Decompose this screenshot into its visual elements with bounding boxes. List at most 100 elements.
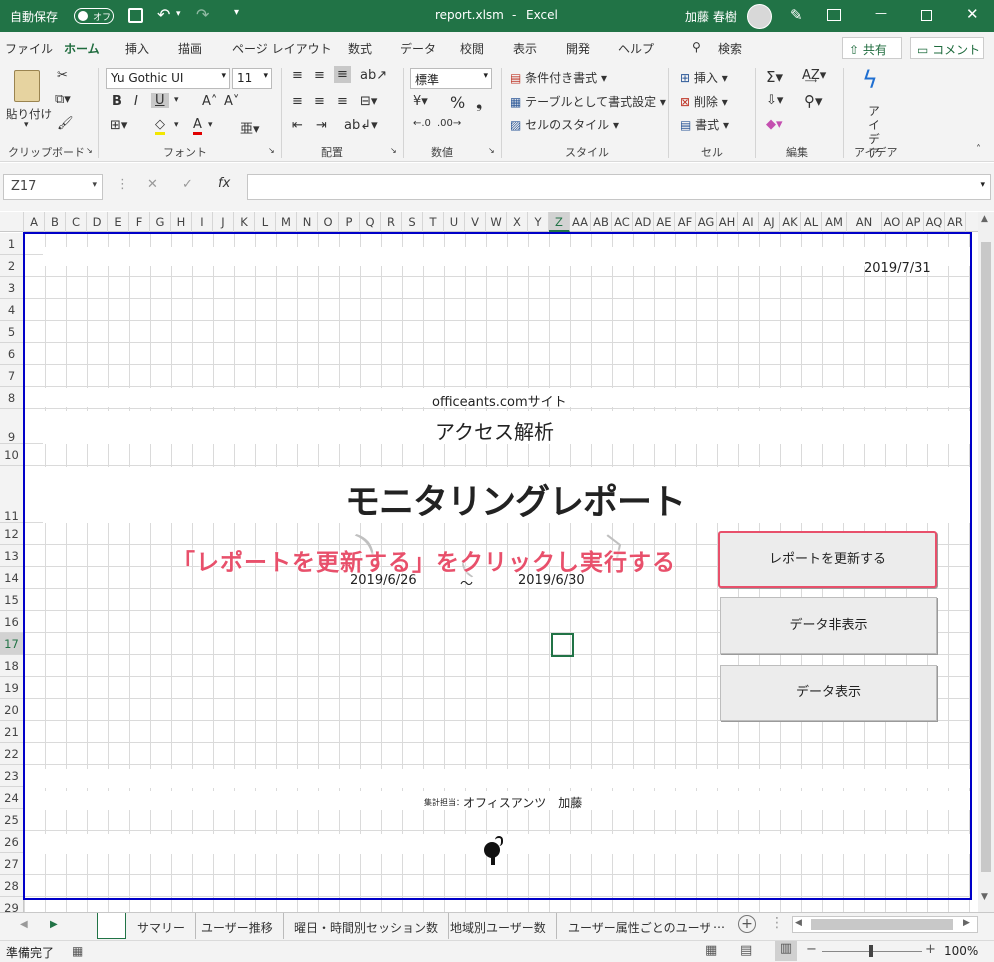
row-header-21[interactable]: 21 bbox=[0, 721, 24, 743]
column-header-l[interactable]: L bbox=[255, 212, 276, 232]
find-select-icon[interactable]: ⚲▾ bbox=[804, 92, 823, 110]
font-size-select[interactable]: 11 ▾ bbox=[232, 68, 272, 89]
scroll-right-icon[interactable]: ▶ bbox=[963, 918, 970, 928]
increase-font-icon[interactable]: A˄ bbox=[202, 94, 217, 109]
column-header-y[interactable]: Y bbox=[528, 212, 549, 232]
column-header-k[interactable]: K bbox=[234, 212, 255, 232]
font-name-select[interactable]: Yu Gothic UI ▾ bbox=[106, 68, 230, 89]
column-header-p[interactable]: P bbox=[339, 212, 360, 232]
row-header-5[interactable]: 5 bbox=[0, 321, 24, 343]
insert-function-icon[interactable]: fx bbox=[218, 176, 230, 191]
column-header-am[interactable]: AM bbox=[822, 212, 847, 232]
decrease-decimal-icon[interactable]: .00→ bbox=[437, 118, 461, 129]
avatar[interactable] bbox=[747, 4, 772, 29]
row-header-2[interactable]: 2 bbox=[0, 255, 24, 277]
row-header-22[interactable]: 22 bbox=[0, 743, 24, 765]
pen-icon[interactable]: ✎ bbox=[790, 6, 803, 24]
sort-filter-icon[interactable]: A͢Z▾ bbox=[802, 68, 826, 83]
decrease-font-icon[interactable]: A˅ bbox=[224, 94, 239, 109]
column-header-j[interactable]: J bbox=[213, 212, 234, 232]
scroll-down-icon[interactable]: ▼ bbox=[981, 892, 988, 902]
row-header-7[interactable]: 7 bbox=[0, 365, 24, 387]
paste-icon[interactable] bbox=[14, 70, 40, 102]
format-as-table-button[interactable]: ▦ テーブルとして書式設定 ▾ bbox=[510, 93, 666, 110]
column-header-q[interactable]: Q bbox=[360, 212, 381, 232]
row-header-12[interactable]: 12 bbox=[0, 523, 24, 545]
tab-formulas[interactable]: 数式 bbox=[348, 40, 372, 57]
select-all-corner[interactable] bbox=[0, 212, 24, 232]
column-header-aq[interactable]: AQ bbox=[924, 212, 945, 232]
normal-view-icon[interactable]: ▦ bbox=[705, 943, 717, 958]
horizontal-scrollbar[interactable]: ◀ ▶ bbox=[792, 916, 978, 933]
paste-dropdown-icon[interactable]: ▾ bbox=[24, 120, 29, 130]
scroll-thumb[interactable] bbox=[981, 242, 991, 872]
refresh-report-button[interactable]: レポートを更新する bbox=[718, 531, 937, 588]
percent-icon[interactable]: % bbox=[450, 93, 465, 112]
clear-icon[interactable]: ◆▾ bbox=[766, 117, 783, 132]
row-header-26[interactable]: 26 bbox=[0, 831, 24, 853]
column-header-r[interactable]: R bbox=[381, 212, 402, 232]
cut-icon[interactable]: ✂ bbox=[57, 68, 68, 83]
column-header-e[interactable]: E bbox=[108, 212, 129, 232]
column-header-a[interactable]: A bbox=[24, 212, 45, 232]
scroll-up-icon[interactable]: ▲ bbox=[981, 214, 988, 224]
row-header-24[interactable]: 24 bbox=[0, 787, 24, 809]
scroll-left-icon[interactable]: ◀ bbox=[795, 918, 802, 928]
insert-cells-button[interactable]: ⊞ 挿入 ▾ bbox=[680, 69, 728, 86]
close-icon[interactable]: ✕ bbox=[966, 5, 979, 23]
tab-view[interactable]: 表示 bbox=[513, 40, 537, 57]
row-header-17[interactable]: 17 bbox=[0, 633, 24, 655]
column-header-h[interactable]: H bbox=[171, 212, 192, 232]
row-header-13[interactable]: 13 bbox=[0, 545, 24, 567]
undo-icon[interactable]: ↶ bbox=[157, 5, 170, 24]
paste-button[interactable]: 貼り付け bbox=[6, 106, 52, 122]
page-break-view-icon[interactable]: ▥ bbox=[775, 941, 797, 961]
align-middle-icon[interactable]: ≡ bbox=[314, 68, 325, 83]
search-box[interactable]: 検索 bbox=[718, 40, 742, 57]
sheet-tab-summary[interactable]: サマリー bbox=[127, 913, 197, 939]
align-top-icon[interactable]: ≡ bbox=[292, 68, 303, 83]
decrease-indent-icon[interactable]: ⇤ bbox=[292, 118, 303, 133]
column-header-c[interactable]: C bbox=[66, 212, 87, 232]
tab-split-handle-icon[interactable]: ⋮ bbox=[770, 915, 784, 931]
row-header-29[interactable]: 29 bbox=[0, 897, 24, 912]
font-color-dropdown-icon[interactable]: ▾ bbox=[208, 120, 213, 130]
column-header-ae[interactable]: AE bbox=[654, 212, 675, 232]
row-header-6[interactable]: 6 bbox=[0, 343, 24, 365]
row-header-1[interactable]: 1 bbox=[0, 233, 24, 255]
column-header-aa[interactable]: AA bbox=[570, 212, 591, 232]
maximize-icon[interactable] bbox=[921, 10, 932, 21]
tab-page-layout[interactable]: ページ レイアウト bbox=[232, 40, 332, 57]
show-data-button[interactable]: データ表示 bbox=[720, 665, 937, 721]
row-header-8[interactable]: 8 bbox=[0, 387, 24, 409]
fill-color-dropdown-icon[interactable]: ▾ bbox=[174, 120, 179, 130]
row-header-28[interactable]: 28 bbox=[0, 875, 24, 897]
column-header-f[interactable]: F bbox=[129, 212, 150, 232]
fill-color-icon[interactable]: ◇ bbox=[155, 117, 165, 135]
fill-icon[interactable]: ⇩▾ bbox=[766, 93, 783, 108]
number-launcher-icon[interactable]: ↘ bbox=[488, 146, 495, 155]
zoom-slider-thumb[interactable] bbox=[869, 945, 873, 957]
row-header-23[interactable]: 23 bbox=[0, 765, 24, 787]
column-header-s[interactable]: S bbox=[402, 212, 423, 232]
tab-insert[interactable]: 挿入 bbox=[125, 40, 149, 57]
row-header-16[interactable]: 16 bbox=[0, 611, 24, 633]
comma-icon[interactable]: ❟ bbox=[476, 93, 482, 113]
selected-cell[interactable] bbox=[551, 633, 574, 657]
tab-help[interactable]: ヘルプ bbox=[618, 40, 654, 57]
column-header-al[interactable]: AL bbox=[801, 212, 822, 232]
column-header-b[interactable]: B bbox=[45, 212, 66, 232]
more-tabs-icon[interactable]: … bbox=[713, 917, 725, 931]
increase-indent-icon[interactable]: ⇥ bbox=[316, 118, 327, 133]
row-header-3[interactable]: 3 bbox=[0, 277, 24, 299]
confirm-entry-icon[interactable]: ✓ bbox=[182, 177, 193, 192]
column-header-ad[interactable]: AD bbox=[633, 212, 654, 232]
italic-button[interactable]: I bbox=[134, 94, 138, 109]
row-header-19[interactable]: 19 bbox=[0, 677, 24, 699]
horizontal-scroll-thumb[interactable] bbox=[811, 919, 953, 930]
ribbon-display-icon[interactable] bbox=[827, 9, 841, 21]
column-header-ar[interactable]: AR bbox=[945, 212, 966, 232]
minimize-icon[interactable]: — bbox=[875, 6, 887, 20]
column-header-u[interactable]: U bbox=[444, 212, 465, 232]
row-header-25[interactable]: 25 bbox=[0, 809, 24, 831]
